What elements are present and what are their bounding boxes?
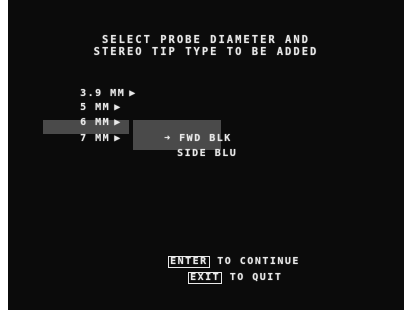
probe-selection-screen: SELECT PROBE DIAMETER AND STEREO TIP TYP… [8, 0, 404, 310]
right-arrow-icon: ▶ [114, 133, 122, 144]
diameter-item-7mm[interactable]: 7 MM ▶ [50, 121, 122, 157]
diameter-label: 7 MM [80, 133, 111, 144]
tip-type-label: SIDE BLU [177, 148, 238, 159]
title-line-2: STEREO TIP TYPE TO BE ADDED [93, 46, 319, 58]
exit-instruction-text: TO QUIT [222, 272, 283, 283]
exit-instruction: EXIT TO QUIT [158, 260, 282, 296]
right-arrow-icon: ▶ [129, 88, 137, 99]
tip-type-side-blu[interactable]: SIDE BLU [147, 136, 237, 172]
exit-key[interactable]: EXIT [188, 272, 223, 284]
title-line-1: SELECT PROBE DIAMETER AND [101, 34, 311, 46]
